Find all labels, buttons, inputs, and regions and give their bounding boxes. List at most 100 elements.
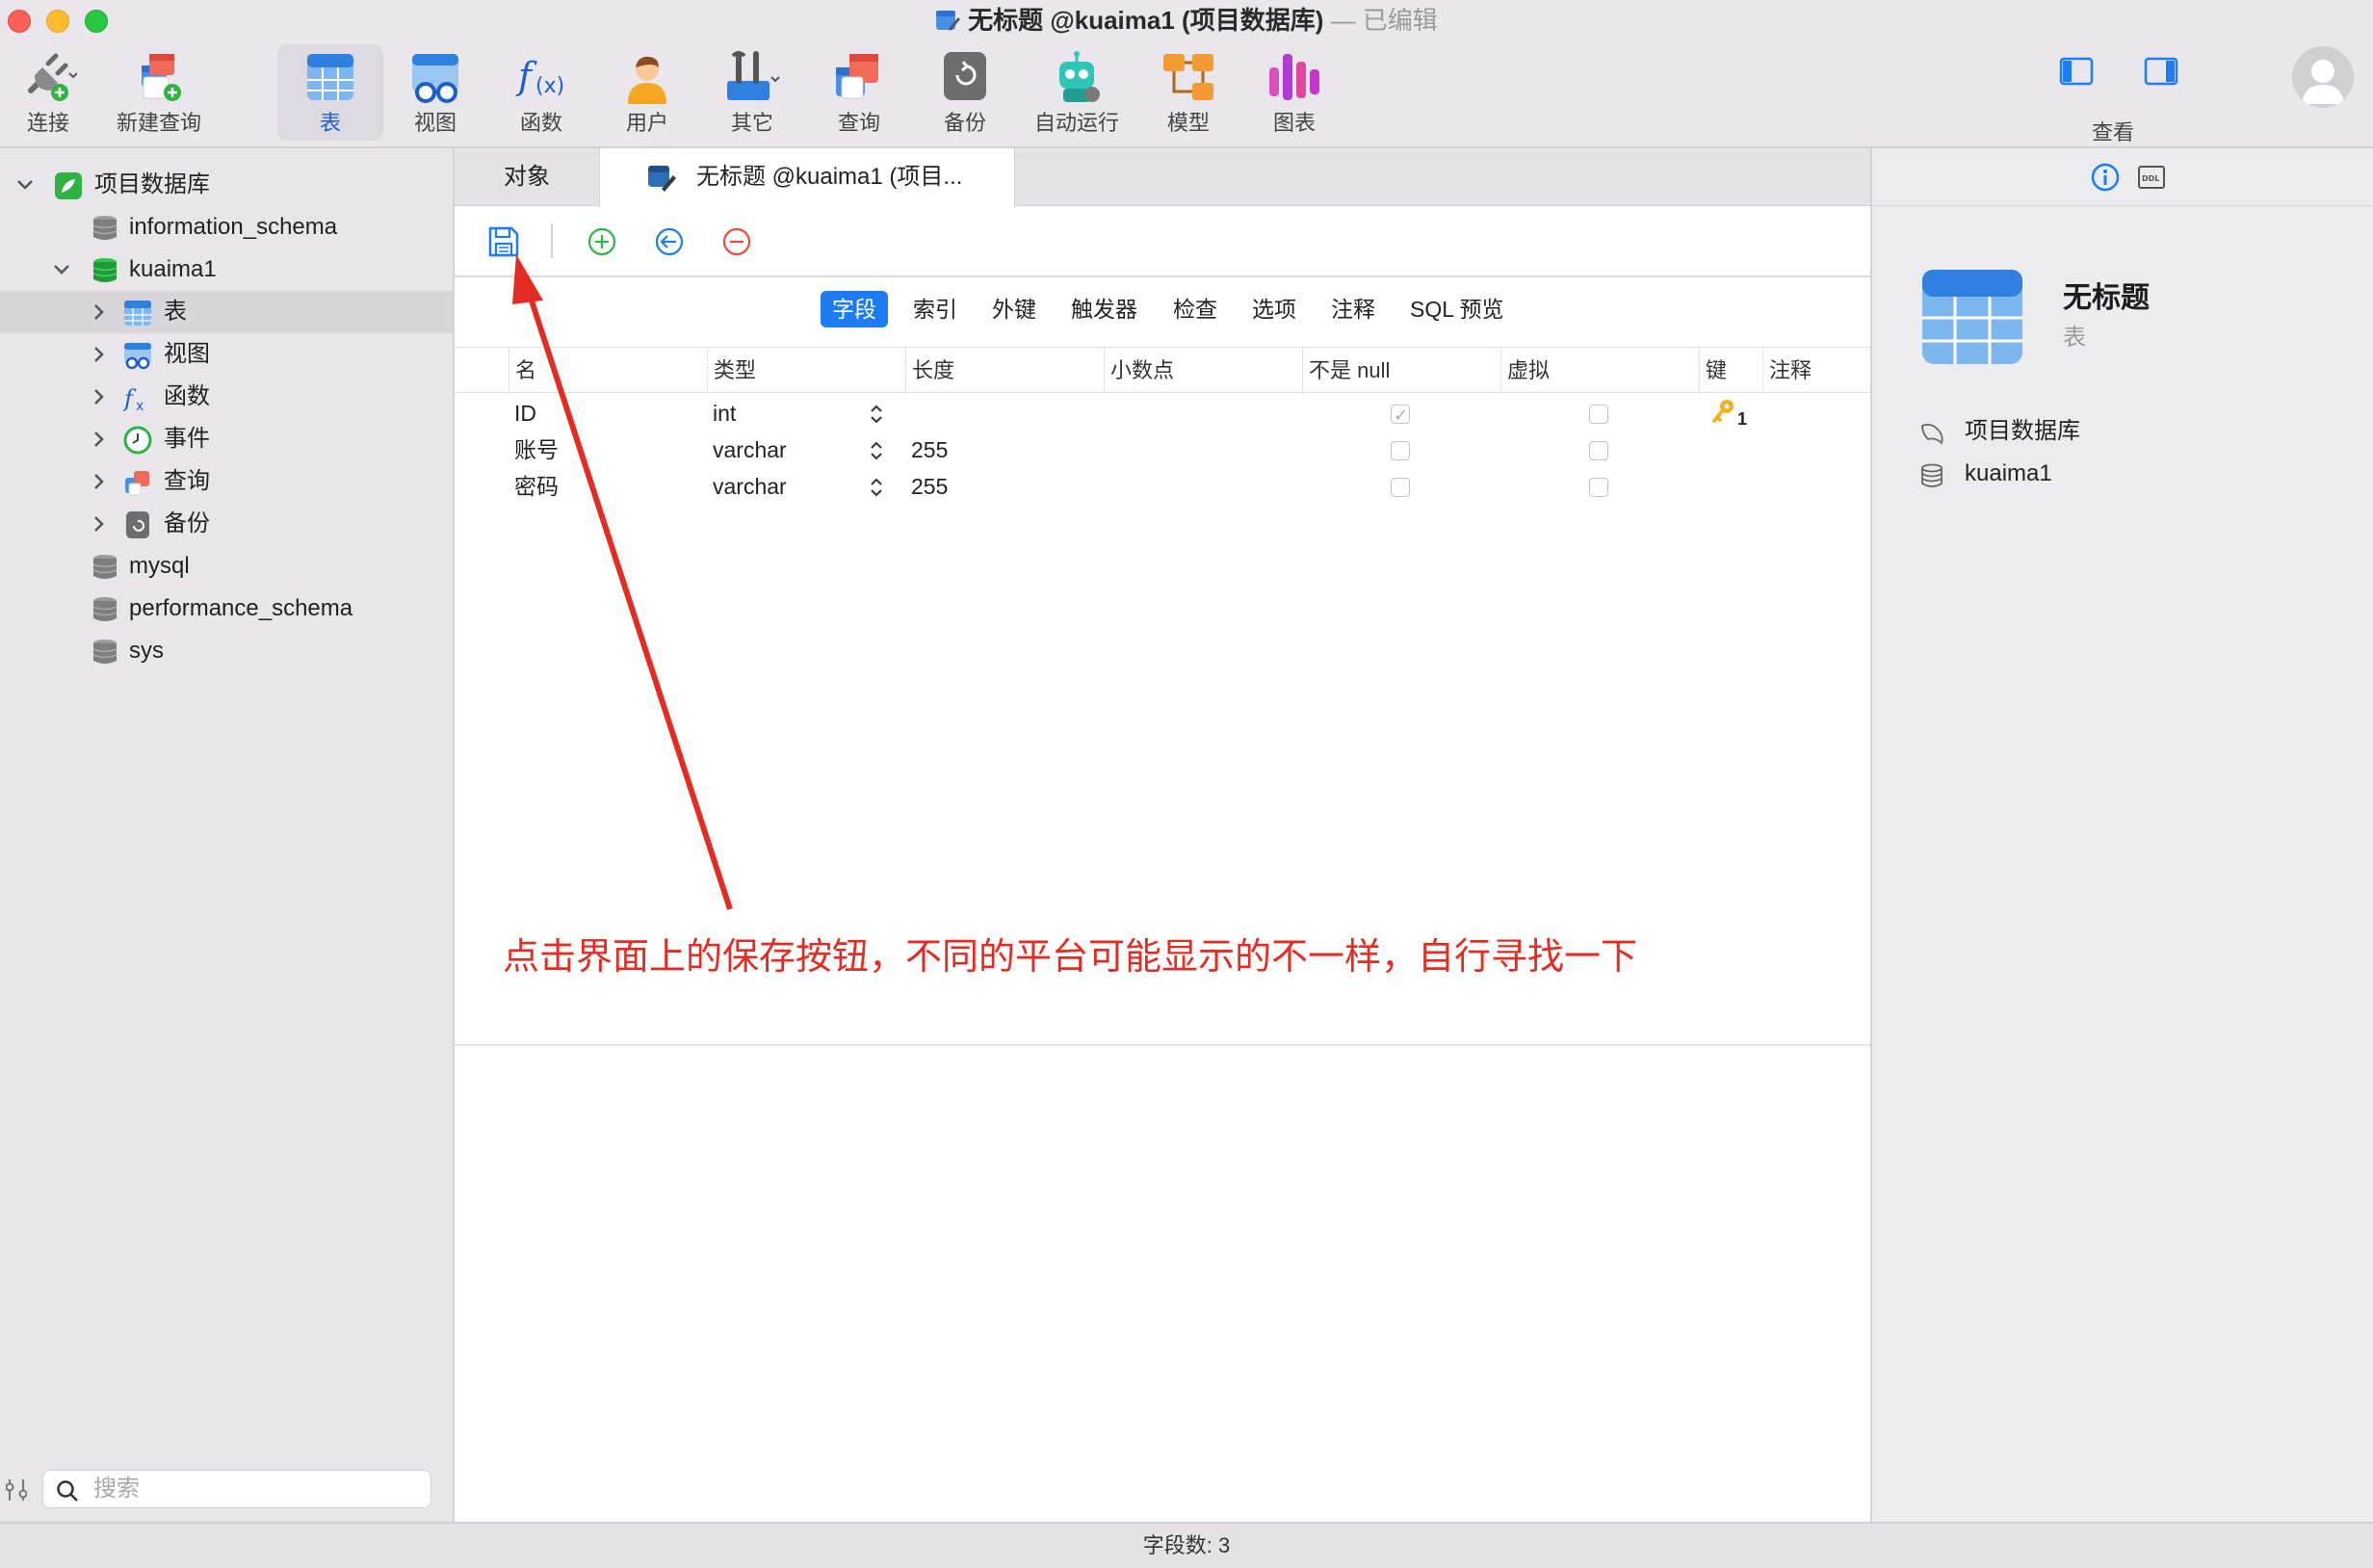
subtab-options[interactable]: 选项 <box>1240 291 1308 327</box>
subtab-sql-preview[interactable]: SQL 预览 <box>1398 291 1516 327</box>
chevron-right-icon[interactable] <box>87 333 110 376</box>
field-length-cell[interactable]: 255 <box>911 468 948 505</box>
toolbar-others-button[interactable]: 其它 <box>709 44 795 141</box>
subtab-triggers[interactable]: 触发器 <box>1059 291 1149 327</box>
database-icon <box>92 258 117 282</box>
robot-icon <box>1059 51 1100 102</box>
search-input[interactable] <box>93 1475 421 1503</box>
virtual-checkbox[interactable] <box>1589 441 1608 460</box>
ddl-icon[interactable]: DDL <box>2136 162 2167 193</box>
avatar[interactable] <box>2292 46 2354 108</box>
type-stepper-icon[interactable] <box>869 439 884 462</box>
function-fx-icon: f (x) <box>515 55 564 98</box>
field-name-cell[interactable]: 密码 <box>514 468 559 505</box>
type-stepper-icon[interactable] <box>869 403 884 426</box>
sidebar: 项目数据库 information_schema kuaima1 表 视图 fx… <box>0 148 455 1522</box>
table-row[interactable]: 密码 varchar 255 <box>455 468 1870 505</box>
column-header-decimals[interactable]: 小数点 <box>1104 348 1302 394</box>
chevron-down-icon[interactable] <box>50 248 73 291</box>
chevron-right-icon[interactable] <box>87 376 110 418</box>
sidebar-connection-label: 项目数据库 <box>94 171 210 197</box>
chevron-down-icon[interactable] <box>13 164 37 206</box>
chevron-right-icon[interactable] <box>87 291 110 333</box>
type-stepper-icon[interactable] <box>869 476 884 499</box>
inspector-panel: DDL 无标题 表 项目数据库 kuaima1 <box>1870 148 2373 1522</box>
toolbar-user-button[interactable]: 用户 <box>611 44 684 141</box>
toggle-right-sidebar-icon[interactable] <box>2144 56 2178 87</box>
subtab-comments[interactable]: 注释 <box>1319 291 1387 327</box>
save-button[interactable] <box>485 223 522 260</box>
toolbar-automation-button[interactable]: 自动运行 <box>1029 44 1125 141</box>
search-icon <box>57 1480 78 1502</box>
query-icon <box>836 54 878 99</box>
tab-untitled-table[interactable]: 无标题 @kuaima1 (项目... <box>599 148 1015 207</box>
window-title-text: 无标题 @kuaima1 (项目数据库) <box>968 6 1324 35</box>
subtab-indexes[interactable]: 索引 <box>901 291 969 327</box>
table-row[interactable]: 账号 varchar 255 <box>455 431 1870 468</box>
toolbar-new-query-button[interactable]: 新建查询 <box>108 44 210 141</box>
insert-field-button[interactable] <box>651 223 688 260</box>
sidebar-item-mysql[interactable]: mysql <box>0 545 453 588</box>
tab-untitled-label: 无标题 @kuaima1 (项目... <box>696 164 963 190</box>
table-row[interactable]: ID int 1 <box>455 395 1870 434</box>
info-icon[interactable] <box>2090 162 2121 193</box>
toolbar-function-label: 函数 <box>519 111 562 135</box>
sidebar-item-connection[interactable]: 项目数据库 <box>0 164 453 206</box>
filter-icon[interactable] <box>6 1476 27 1504</box>
toolbar-function-button[interactable]: f (x) 函数 <box>505 44 578 141</box>
table-edit-icon <box>648 166 676 192</box>
column-header-name[interactable]: 名 <box>508 348 634 394</box>
sidebar-item-queries[interactable]: 查询 <box>0 460 453 503</box>
inspector-title: 无标题 <box>2063 282 2150 314</box>
not-null-checkbox[interactable] <box>1391 478 1410 497</box>
toggle-left-sidebar-icon[interactable] <box>2059 56 2094 87</box>
sidebar-item-backups[interactable]: 备份 <box>0 503 453 545</box>
toolbar-model-button[interactable]: 模型 <box>1152 44 1225 141</box>
editor-toolbar <box>455 206 1870 277</box>
clock-icon <box>123 426 152 455</box>
column-header-virtual[interactable]: 虚拟 <box>1500 348 1699 394</box>
subtab-checks[interactable]: 检查 <box>1161 291 1229 327</box>
field-name-cell[interactable]: 账号 <box>514 431 559 468</box>
connection-icon <box>55 172 82 199</box>
not-null-checkbox[interactable] <box>1391 441 1410 460</box>
field-name-cell[interactable]: ID <box>514 395 536 431</box>
sidebar-item-views[interactable]: 视图 <box>0 333 453 376</box>
sidebar-item-performance-schema[interactable]: performance_schema <box>0 588 453 630</box>
toolbar-table-button[interactable]: 表 <box>277 44 383 141</box>
field-type-cell[interactable]: varchar <box>713 468 787 505</box>
subtab-foreign-keys[interactable]: 外键 <box>980 291 1048 327</box>
column-header-key[interactable]: 键 <box>1699 348 1757 394</box>
chevron-right-icon[interactable] <box>87 503 110 545</box>
table-icon <box>307 54 353 100</box>
svg-text:x: x <box>136 399 143 412</box>
toolbar-connect-button[interactable]: 连接 <box>0 44 96 141</box>
field-type-cell[interactable]: varchar <box>713 431 787 468</box>
delete-field-button[interactable] <box>718 223 755 260</box>
field-type-cell[interactable]: int <box>713 395 736 431</box>
add-field-button[interactable] <box>584 223 620 260</box>
column-header-comment[interactable]: 注释 <box>1762 348 1870 394</box>
subtab-fields[interactable]: 字段 <box>821 291 888 327</box>
chevron-right-icon[interactable] <box>87 460 110 503</box>
sidebar-item-information-schema[interactable]: information_schema <box>0 206 453 248</box>
column-header-not-null[interactable]: 不是 null <box>1302 348 1500 394</box>
not-null-checkbox[interactable] <box>1391 398 1410 434</box>
sidebar-item-sys[interactable]: sys <box>0 630 453 672</box>
toolbar-query-button[interactable]: 查询 <box>822 44 896 141</box>
chevron-right-icon[interactable] <box>87 418 110 460</box>
column-header-type[interactable]: 类型 <box>707 348 905 394</box>
toolbar-view-button[interactable]: 视图 <box>399 44 472 141</box>
column-header-length[interactable]: 长度 <box>905 348 1104 394</box>
field-length-cell[interactable]: 255 <box>911 431 948 468</box>
toolbar-backup-button[interactable]: 备份 <box>928 44 1002 141</box>
tab-objects[interactable]: 对象 <box>455 148 599 206</box>
virtual-checkbox[interactable] <box>1589 405 1608 424</box>
view-glasses-icon <box>412 54 458 103</box>
sidebar-item-functions[interactable]: fx 函数 <box>0 376 453 418</box>
sidebar-item-events[interactable]: 事件 <box>0 418 453 460</box>
virtual-checkbox[interactable] <box>1589 478 1608 497</box>
sidebar-item-kuaima1[interactable]: kuaima1 <box>0 248 453 291</box>
toolbar-chart-button[interactable]: 图表 <box>1258 44 1331 141</box>
sidebar-item-tables[interactable]: 表 <box>0 291 453 333</box>
